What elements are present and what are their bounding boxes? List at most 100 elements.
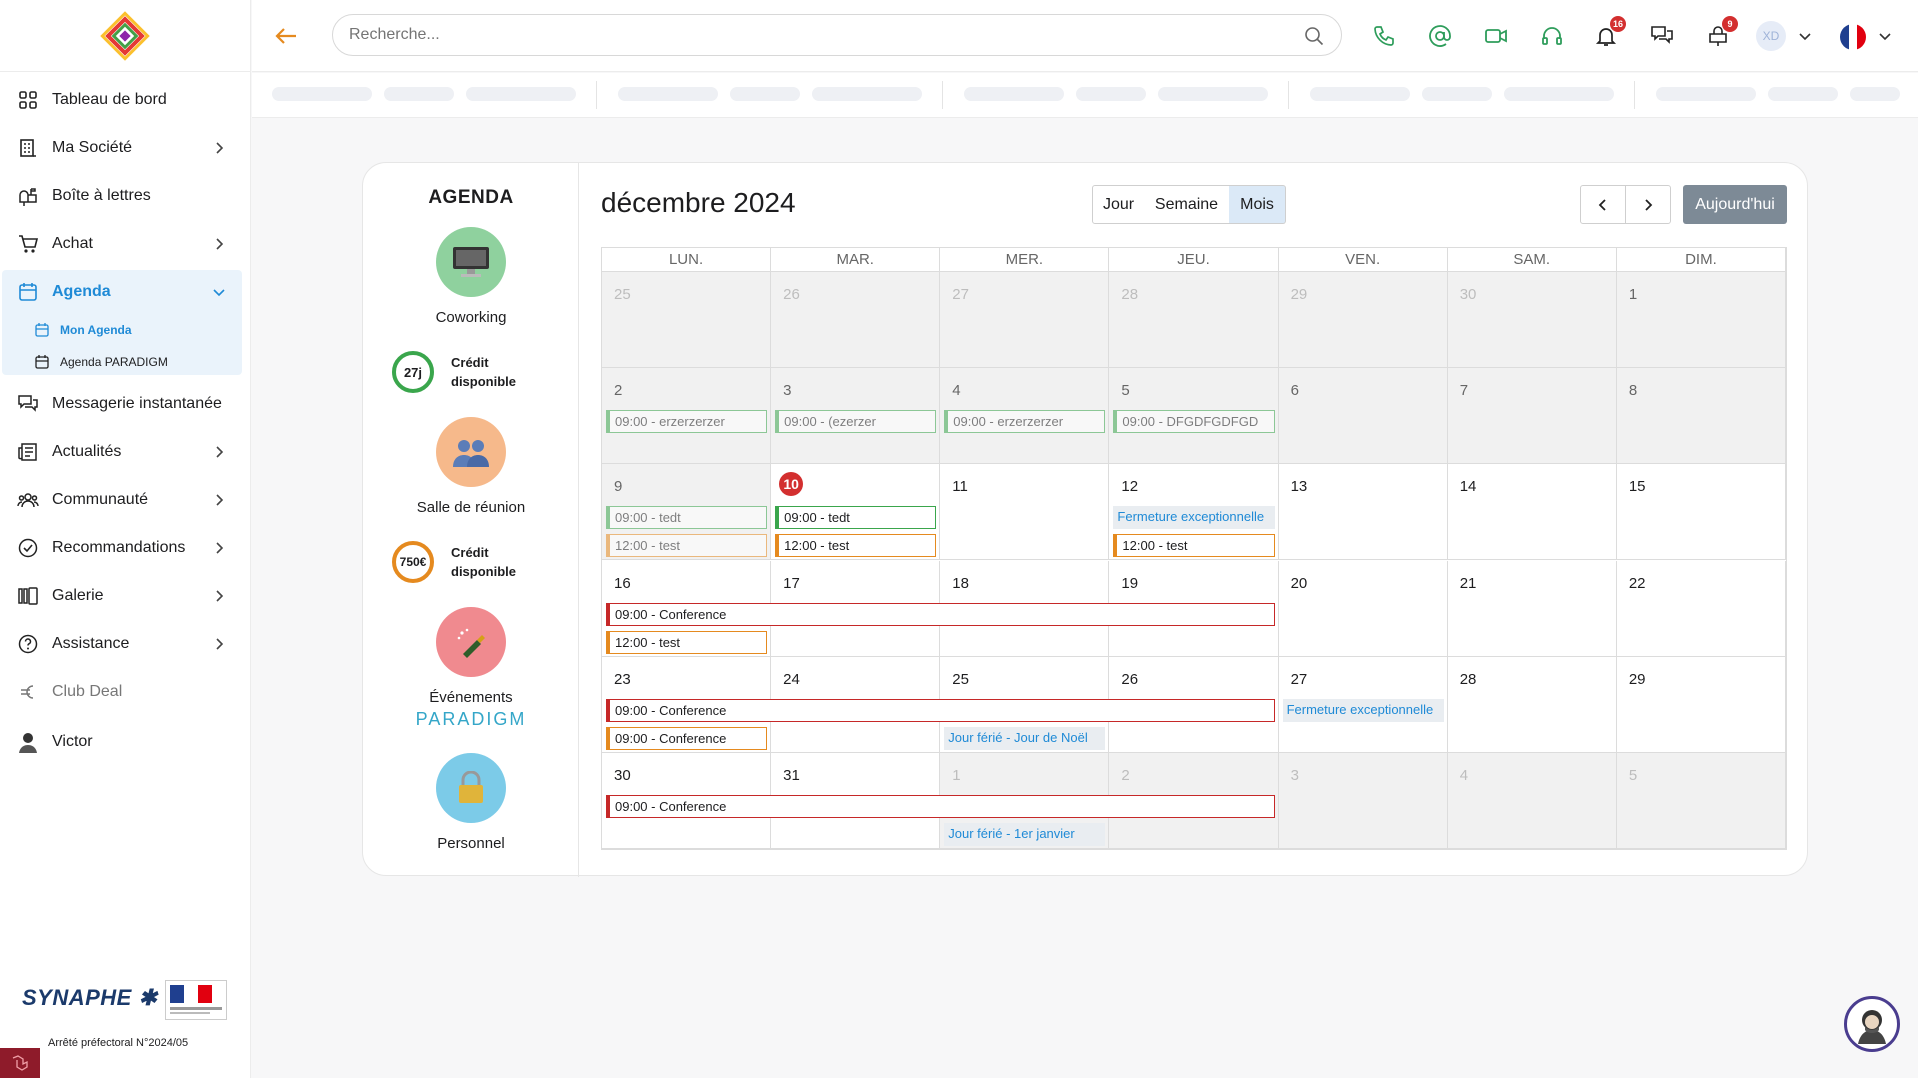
next-month-button[interactable] bbox=[1625, 185, 1671, 224]
personal-label: Personnel bbox=[437, 835, 505, 852]
chevron-down-icon[interactable] bbox=[1878, 30, 1892, 44]
calendar-info-banner[interactable]: Jour férié - 1er janvier bbox=[944, 822, 1106, 846]
video-camera-icon[interactable] bbox=[1482, 22, 1510, 50]
day-cell[interactable]: 11 bbox=[940, 464, 1110, 561]
messages-icon[interactable] bbox=[1648, 22, 1676, 50]
people-icon bbox=[453, 440, 489, 467]
day-number: 24 bbox=[783, 670, 800, 688]
calendar-info-banner[interactable]: Fermeture exceptionnelle bbox=[1282, 698, 1444, 722]
calendar-event[interactable]: 09:00 - Conference bbox=[606, 698, 1275, 722]
chat-icon bbox=[16, 392, 40, 416]
day-number: 11 bbox=[952, 478, 968, 496]
day-cell[interactable]: 8 bbox=[1616, 368, 1786, 465]
today-button[interactable]: Aujourd'hui bbox=[1683, 185, 1787, 224]
calendar-event[interactable]: 12:00 - test bbox=[775, 534, 937, 558]
day-cell[interactable]: 30 bbox=[1447, 272, 1617, 369]
day-cell[interactable]: 6 bbox=[1278, 368, 1448, 465]
search-input[interactable] bbox=[332, 14, 1342, 56]
laravel-icon[interactable] bbox=[0, 1048, 40, 1078]
day-number: 14 bbox=[1459, 478, 1477, 496]
sidebar-item-mailbox[interactable]: Boîte à lettres bbox=[0, 174, 251, 218]
chevron-down-icon[interactable] bbox=[1798, 30, 1812, 44]
back-arrow-icon[interactable] bbox=[272, 22, 300, 50]
day-cell[interactable]: 5 bbox=[1616, 752, 1786, 849]
french-flag-icon[interactable] bbox=[1840, 24, 1866, 50]
sidebar-item-news[interactable]: Actualités bbox=[0, 430, 251, 474]
meeting-room-category[interactable] bbox=[436, 417, 506, 487]
news-icon bbox=[16, 440, 40, 464]
sidebar-item-purchase[interactable]: Achat bbox=[0, 222, 251, 266]
day-cell[interactable]: 25 bbox=[602, 272, 772, 369]
prev-month-button[interactable] bbox=[1580, 185, 1626, 224]
credit-euros-ring: 750€ bbox=[392, 541, 434, 583]
sidebar-item-victor[interactable]: Victor bbox=[0, 720, 251, 764]
sidebar-subitem-agenda-paradigm[interactable]: Agenda PARADIGM bbox=[34, 349, 168, 375]
bell-icon[interactable]: 16 bbox=[1592, 16, 1626, 50]
sidebar-item-label: Actualités bbox=[52, 443, 122, 460]
calendar-event[interactable]: 12:00 - test bbox=[606, 630, 768, 654]
sidebar-item-assistance[interactable]: Assistance bbox=[0, 622, 251, 666]
at-sign-icon[interactable] bbox=[1426, 22, 1454, 50]
logo[interactable] bbox=[0, 0, 250, 72]
search-icon[interactable] bbox=[1304, 26, 1324, 46]
day-cell[interactable]: 26 bbox=[771, 272, 941, 369]
personal-category[interactable] bbox=[436, 753, 506, 823]
events-category[interactable] bbox=[436, 607, 506, 677]
day-number: 1 bbox=[1628, 286, 1638, 303]
calendar-info-banner[interactable]: Fermeture exceptionnelle bbox=[1113, 506, 1275, 530]
loading-skeleton bbox=[252, 73, 1918, 118]
day-cell[interactable]: 21 bbox=[1447, 560, 1617, 657]
view-week-button[interactable]: Semaine bbox=[1144, 185, 1230, 224]
euro-icon bbox=[16, 680, 40, 704]
sidebar-subitem-my-agenda[interactable]: Mon Agenda bbox=[34, 317, 132, 343]
calendar-event[interactable]: 09:00 - erzerzerzer bbox=[944, 410, 1106, 434]
coworking-category[interactable] bbox=[436, 227, 506, 297]
calendar-event[interactable]: 09:00 - (ezerzer bbox=[775, 410, 937, 434]
day-cell[interactable]: 22 bbox=[1616, 560, 1786, 657]
day-cell[interactable]: 29 bbox=[1616, 656, 1786, 753]
day-cell[interactable]: 7 bbox=[1447, 368, 1617, 465]
sidebar-item-community[interactable]: Communauté bbox=[0, 478, 251, 522]
calendar-event[interactable]: 09:00 - Conference bbox=[606, 726, 768, 750]
sidebar-item-recommendations[interactable]: Recommandations bbox=[0, 526, 251, 570]
user-avatar[interactable]: XD bbox=[1756, 21, 1786, 51]
alerts-icon[interactable]: 9 bbox=[1704, 16, 1738, 50]
calendar-info-banner[interactable]: Jour férié - Jour de Noël bbox=[944, 726, 1106, 750]
day-cell[interactable]: 29 bbox=[1278, 272, 1448, 369]
coworking-label: Coworking bbox=[435, 309, 507, 326]
sidebar-item-agenda[interactable]: Agenda bbox=[0, 270, 251, 314]
day-number: 7 bbox=[1459, 382, 1469, 400]
sidebar-item-dashboard[interactable]: Tableau de bord bbox=[0, 78, 251, 122]
day-cell[interactable]: 27 bbox=[940, 272, 1110, 369]
sidebar-item-club-deal[interactable]: Club Deal bbox=[0, 670, 251, 714]
calendar-event[interactable]: 09:00 - tedt bbox=[606, 506, 768, 530]
day-cell[interactable]: 1 bbox=[1616, 272, 1786, 369]
calendar-event[interactable]: 12:00 - test bbox=[606, 534, 768, 558]
headset-icon[interactable] bbox=[1538, 22, 1566, 50]
day-cell[interactable]: 15 bbox=[1616, 464, 1786, 561]
synaphe-brand: SYNAPHE ✱ bbox=[22, 985, 157, 1011]
calendar-event[interactable]: 12:00 - test bbox=[1113, 534, 1275, 558]
day-cell[interactable]: 28 bbox=[1447, 656, 1617, 753]
sidebar-item-gallery[interactable]: Galerie bbox=[0, 574, 251, 618]
calendar-event[interactable]: 09:00 - Conference bbox=[606, 794, 1275, 818]
day-number: 4 bbox=[952, 382, 961, 400]
day-cell[interactable]: 28 bbox=[1109, 272, 1279, 369]
day-number: 26 bbox=[783, 286, 800, 303]
calendar-event[interactable]: 09:00 - tedt bbox=[775, 506, 937, 530]
day-cell[interactable]: 13 bbox=[1278, 464, 1448, 561]
day-cell[interactable]: 14 bbox=[1447, 464, 1617, 561]
phone-icon[interactable] bbox=[1370, 22, 1398, 50]
day-cell[interactable]: 20 bbox=[1278, 560, 1448, 657]
view-day-button[interactable]: Jour bbox=[1092, 185, 1145, 224]
day-cell[interactable]: 4 bbox=[1447, 752, 1617, 849]
calendar-event[interactable]: 09:00 - Conference bbox=[606, 602, 1275, 626]
calendar-event[interactable]: 09:00 - erzerzerzer bbox=[606, 410, 768, 434]
view-month-button[interactable]: Mois bbox=[1229, 185, 1286, 224]
sidebar-item-company[interactable]: Ma Société bbox=[0, 126, 251, 170]
sidebar-item-messaging[interactable]: Messagerie instantanée bbox=[0, 382, 251, 426]
chat-assistant-avatar[interactable] bbox=[1844, 996, 1900, 1052]
day-cell[interactable]: 3 bbox=[1278, 752, 1448, 849]
calendar-event[interactable]: 09:00 - DFGDFGDFGD bbox=[1113, 410, 1275, 434]
chevron-right-icon bbox=[216, 494, 224, 506]
